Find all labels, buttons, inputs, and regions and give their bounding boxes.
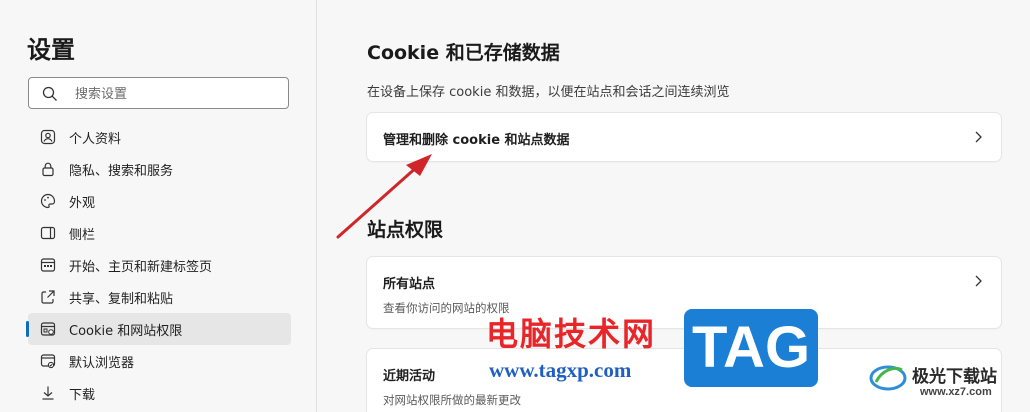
- share-icon: [40, 289, 56, 305]
- sidebar-item-downloads[interactable]: 下载: [28, 377, 291, 409]
- sidebar-icon: [40, 225, 56, 241]
- sidebar-item-share[interactable]: 共享、复制和粘贴: [28, 281, 291, 313]
- palette-icon: [40, 193, 56, 209]
- chevron-right-icon: [975, 131, 982, 143]
- aurora-logo-icon: [869, 365, 907, 391]
- permissions-section-title: 站点权限: [367, 219, 444, 241]
- sidebar-item-label: 默认浏览器: [69, 355, 135, 371]
- sidebar-item-label: 隐私、搜索和服务: [69, 163, 174, 179]
- search-box[interactable]: [28, 77, 289, 109]
- profile-icon: [40, 129, 56, 145]
- sidebar-item-cookies[interactable]: Cookie 和网站权限: [26, 313, 291, 345]
- sidebar-title: 设置: [27, 36, 75, 64]
- sidebar-item-start-home[interactable]: 开始、主页和新建标签页: [28, 249, 291, 281]
- watermark-text: 电脑技术网: [486, 315, 657, 353]
- sidebar-item-label: 外观: [69, 195, 96, 211]
- watermark-site-name: 极光下载站: [912, 367, 997, 387]
- sidebar-item-sidebar[interactable]: 侧栏: [28, 217, 291, 249]
- sidebar-item-label: Cookie 和网站权限: [69, 323, 183, 339]
- search-icon: [42, 86, 57, 101]
- search-input[interactable]: [73, 83, 277, 105]
- cookie-section-title: Cookie 和已存储数据: [367, 42, 560, 64]
- sidebar-item-profile[interactable]: 个人资料: [28, 121, 291, 153]
- settings-nav: 个人资料 隐私、搜索和服务 外观 侧栏 开始、主页和新建标签页 共享、复制和粘贴…: [26, 121, 291, 409]
- watermark-url: www.tagxp.com: [489, 358, 632, 382]
- download-icon: [40, 385, 56, 401]
- settings-content: Cookie 和已存储数据 在设备上保存 cookie 和数据，以便在站点和会话…: [317, 0, 1030, 412]
- sidebar-item-label: 个人资料: [69, 131, 122, 147]
- recent-activity-description: 对网站权限所做的最新更改: [383, 393, 521, 407]
- sidebar-item-label: 下载: [69, 387, 96, 403]
- browser-icon: [40, 353, 56, 369]
- cookie-permissions-icon: [40, 321, 56, 337]
- sidebar-item-label: 侧栏: [69, 227, 96, 243]
- sidebar-item-privacy[interactable]: 隐私、搜索和服务: [28, 153, 291, 185]
- lock-icon: [40, 161, 56, 177]
- cookie-section-description: 在设备上保存 cookie 和数据，以便在站点和会话之间连续浏览: [367, 85, 730, 100]
- watermark-site-url: www.xz7.com: [920, 386, 992, 398]
- recent-activity-label: 近期活动: [383, 369, 436, 384]
- sidebar-item-default-browser[interactable]: 默认浏览器: [28, 345, 291, 377]
- chevron-right-icon: [975, 275, 982, 287]
- settings-sidebar: 设置 个人资料 隐私、搜索和服务 外观: [0, 0, 317, 412]
- sidebar-item-appearance[interactable]: 外观: [28, 185, 291, 217]
- all-sites-label: 所有站点: [383, 277, 436, 292]
- sidebar-item-label: 共享、复制和粘贴: [69, 291, 174, 307]
- watermark-tag-logo: TAG: [684, 309, 818, 387]
- manage-cookies-label: 管理和删除 cookie 和站点数据: [383, 133, 570, 148]
- sidebar-item-label: 开始、主页和新建标签页: [69, 259, 213, 275]
- manage-cookies-card[interactable]: 管理和删除 cookie 和站点数据: [367, 113, 1001, 161]
- home-grid-icon: [40, 257, 56, 273]
